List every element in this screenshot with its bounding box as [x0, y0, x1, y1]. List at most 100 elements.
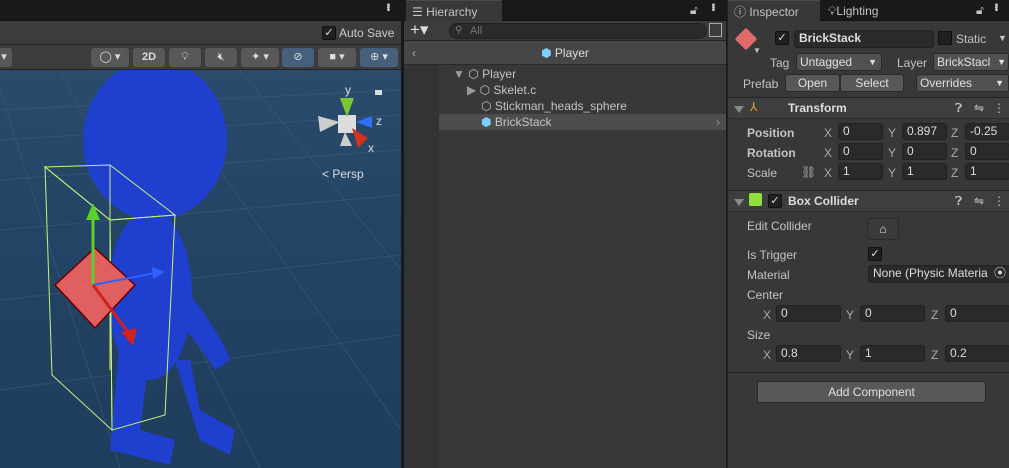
back-chevron-icon[interactable]: ‹: [412, 41, 416, 65]
list-icon: ☰: [412, 5, 427, 19]
center-z-field[interactable]: 0: [945, 305, 1009, 322]
active-checkbox[interactable]: ✓: [775, 31, 789, 45]
rotation-x-field[interactable]: 0: [838, 143, 883, 160]
static-dropdown-icon[interactable]: ▼: [998, 33, 1007, 43]
static-checkbox[interactable]: [938, 31, 952, 45]
edit-collider-icon: ⌂: [879, 222, 887, 236]
axis-z-label: Z: [951, 146, 959, 160]
open-prefab-chevron-icon[interactable]: ›: [716, 114, 720, 130]
more-options-icon[interactable]: •••: [707, 3, 718, 11]
axis-x-label: X: [824, 146, 833, 160]
position-x-field[interactable]: 0: [838, 123, 883, 140]
foldout-arrow-icon[interactable]: [734, 106, 744, 113]
is-trigger-label: Is Trigger: [747, 248, 798, 262]
scene-viewport[interactable]: y z x < Persp: [0, 70, 401, 468]
size-x-field[interactable]: 0.8: [776, 345, 841, 362]
scene-toolbar: ▾ ◯ ▾ 2D 💡︎ 🔇︎ ✦ ▾ ⊘ ■ ▾ ⊕ ▾: [0, 45, 401, 70]
audio-toggle-icon[interactable]: 🔇︎: [205, 48, 237, 67]
component-menu-icon[interactable]: ⋮: [993, 101, 1005, 115]
constrain-proportions-icon[interactable]: ⛓︎: [801, 165, 816, 179]
center-y-field[interactable]: 0: [860, 305, 925, 322]
tag-dropdown[interactable]: Untagged ▼: [796, 53, 882, 71]
auto-save-checkbox[interactable]: ✓: [322, 26, 336, 40]
size-y-field[interactable]: 1: [860, 345, 925, 362]
tab-inspector[interactable]: ⓘ Inspector: [728, 0, 820, 21]
camera-dropdown-icon[interactable]: ■ ▾: [318, 48, 356, 67]
hierarchy-item-brickstack[interactable]: ⬢ BrickStack ›: [439, 114, 726, 130]
size-z-field[interactable]: 0.2: [945, 345, 1009, 362]
position-z-field[interactable]: -0.25: [965, 123, 1009, 140]
lock-icon[interactable]: [375, 90, 382, 95]
layer-dropdown[interactable]: BrickStacl ▼: [933, 53, 1009, 71]
material-value: None (Physic Materia: [873, 266, 988, 280]
axis-x-label: X: [763, 308, 772, 322]
overrides-label: Overrides: [920, 76, 973, 90]
axis-x-label: X: [824, 126, 833, 140]
gizmos-dropdown-icon[interactable]: ⊕ ▾: [360, 48, 398, 67]
axis-y-label: Y: [888, 146, 897, 160]
collapse-arrow-icon[interactable]: ▶: [439, 83, 476, 97]
box-collider-enabled-checkbox[interactable]: ✓: [768, 194, 782, 208]
effects-dropdown-icon[interactable]: ✦ ▾: [241, 48, 279, 67]
tab-lighting[interactable]: 💡︎Lighting: [828, 4, 878, 19]
material-field[interactable]: None (Physic Materia ⦿: [868, 265, 1009, 283]
lock-icon[interactable]: 🔓︎: [690, 3, 698, 18]
gizmo-z-label: z: [376, 114, 382, 128]
hidden-objects-toggle-icon[interactable]: ⊘: [282, 48, 314, 67]
scale-z-field[interactable]: 1: [965, 163, 1009, 180]
help-icon[interactable]: ❓︎: [955, 101, 962, 116]
help-icon[interactable]: ❓︎: [955, 194, 962, 209]
draw-mode-dropdown[interactable]: ▾: [0, 48, 12, 67]
section-divider: [728, 372, 1009, 373]
axis-x-label: X: [763, 348, 772, 362]
persp-label[interactable]: < Persp: [322, 167, 364, 181]
object-name-input[interactable]: BrickStack: [794, 30, 934, 48]
presets-icon[interactable]: ⇋: [974, 194, 984, 208]
more-options-icon[interactable]: •••: [382, 3, 393, 11]
scale-x-field[interactable]: 1: [838, 163, 883, 180]
position-label: Position: [747, 126, 795, 140]
foldout-arrow-icon[interactable]: [734, 199, 744, 206]
scene-visibility-icon[interactable]: [709, 23, 722, 37]
hierarchy-item-player[interactable]: ▼ ⬡ Player: [439, 66, 726, 82]
tag-value: Untagged: [800, 55, 853, 69]
transform-icon: ⅄: [750, 100, 758, 114]
prefab-breadcrumb: ‹ ⬢ Player: [404, 41, 726, 65]
info-icon: ⓘ: [734, 5, 750, 19]
center-x-field[interactable]: 0: [776, 305, 841, 322]
tab-label: Inspector: [749, 5, 799, 19]
more-options-icon[interactable]: •••: [990, 3, 1001, 11]
box-collider-header[interactable]: ✓ Box Collider ❓︎ ⇋ ⋮: [728, 190, 1009, 212]
lock-icon[interactable]: 🔓︎: [976, 3, 984, 18]
edit-collider-button[interactable]: ⌂: [867, 218, 899, 240]
position-y-field[interactable]: 0.897: [902, 123, 947, 140]
prefab-cube-icon: ⬢: [481, 115, 492, 129]
prefab-open-button[interactable]: Open: [785, 74, 840, 92]
hierarchy-item-stickman-head[interactable]: ⬡ Stickman_heads_sphere: [439, 98, 726, 114]
rotation-z-field[interactable]: 0: [965, 143, 1009, 160]
auto-save-label: Auto Save: [339, 26, 395, 40]
shading-mode-button[interactable]: ◯ ▾: [91, 48, 129, 67]
hierarchy-search-input[interactable]: ⚲ All: [449, 23, 707, 39]
layer-label: Layer: [897, 56, 928, 70]
axis-x-label: X: [824, 166, 833, 180]
transform-header[interactable]: ⅄ Transform ❓︎ ⇋ ⋮: [728, 97, 1009, 119]
icon-dropdown-icon[interactable]: ▼: [753, 46, 761, 55]
tab-hierarchy[interactable]: ☰ Hierarchy: [406, 0, 502, 21]
scale-y-field[interactable]: 1: [902, 163, 947, 180]
gameobject-icon: ⬡: [481, 99, 492, 113]
rotation-y-field[interactable]: 0: [902, 143, 947, 160]
expand-arrow-icon[interactable]: ▼: [439, 67, 465, 81]
object-picker-icon[interactable]: ⦿: [994, 266, 1006, 281]
overrides-dropdown[interactable]: Overrides ▼: [916, 74, 1009, 92]
component-menu-icon[interactable]: ⋮: [993, 194, 1005, 208]
hierarchy-item-skelet[interactable]: ▶ ⬡ Skelet.c: [439, 82, 726, 98]
add-component-button[interactable]: Add Component: [757, 381, 986, 403]
lighting-toggle-icon[interactable]: 💡︎: [169, 48, 201, 67]
create-dropdown-button[interactable]: +▾: [410, 20, 428, 40]
is-trigger-checkbox[interactable]: ✓: [868, 247, 882, 261]
axis-y-label: Y: [846, 348, 855, 362]
2d-toggle-button[interactable]: 2D: [133, 48, 165, 67]
prefab-select-button[interactable]: Select: [840, 74, 904, 92]
presets-icon[interactable]: ⇋: [974, 101, 984, 115]
